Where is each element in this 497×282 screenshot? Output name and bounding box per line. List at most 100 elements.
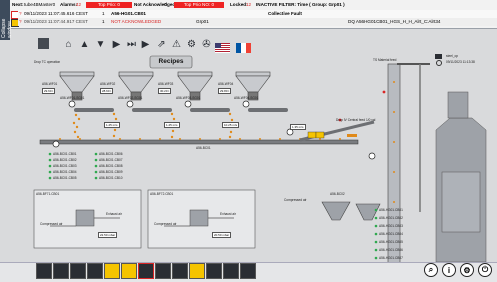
flag-us-icon[interactable] [215,40,230,53]
list-item: A56-BC01.CB08 [99,164,123,168]
process-diagram [33,55,487,262]
compressor-exhaust-label: Exhaust air [220,212,236,216]
screen-10-button[interactable] [189,263,205,279]
not-ack-label: Not Acknowledged: [134,2,177,7]
conveyor-tag: A56-BC01 [196,146,211,150]
screen-9-button[interactable] [172,263,188,279]
alarm-count: 1 [102,11,105,16]
alarm-status: ? [19,11,22,16]
list-item: A56-BC01.CB09 [99,170,123,174]
list-item: A56-BC01.CB05 [53,176,77,180]
prev-icon[interactable]: ▶ [110,38,123,51]
list-item: A56-HG01.CB01 [379,208,403,212]
alarms-label: Alarms: [60,2,78,7]
hopper-weight: 29.80 t [218,88,232,94]
screen-3-button[interactable] [70,263,86,279]
alarm-row[interactable]: ? 09/11/2023 11:07:44.917 CEST 1 NOT ACK… [18,18,497,26]
screen-8-button[interactable] [155,263,171,279]
list-item: A56-HG01.CB04 [379,232,403,236]
alarm-tag: A56-HG01.CB01 [111,11,146,16]
clock-display: 09/11/2023 11:13:38 [446,60,475,64]
hopper-tag: A56-WF03 [158,82,174,86]
compressor-value: 20.50 mbar [212,232,232,238]
home-icon[interactable]: ⌂ [62,38,75,51]
fan-icon[interactable]: ✇ [200,38,213,51]
hopper-weight: 30.20 t [158,88,172,94]
list-item: A56-HG01.CB03 [379,224,403,228]
alarm-area: DQ A56HG01CB01_HGS_H_H_Alrt_C:Alrt34 [348,19,441,24]
screen-7-button[interactable] [138,263,154,279]
alarm-time: 09/11/2023 11:07:45.616 CEST [24,11,88,16]
drop-label: Drop IV Central feed 1/0 val [336,118,376,122]
feeder-tag: A56-WF01-SG01 [60,96,85,100]
gear-icon[interactable]: ⚙ [185,38,198,51]
list-item: A56-HG01.CB05 [379,240,403,244]
locked-value: 12 [246,2,252,7]
compressor-value: 22.50 mbar [98,232,118,238]
top-prio-b-badge[interactable]: Top Prio NO: 0 [174,2,224,8]
next-value: tube4BMaster0 [24,2,56,7]
list-item: A56-BC01.CB07 [99,158,123,162]
screen-11-button[interactable] [206,263,222,279]
search-icon[interactable]: ⌕ [424,263,438,277]
hopper-weight: 29.60 t [42,88,56,94]
screen-2-button[interactable] [53,263,69,279]
feeder-tag: A56-WF03-SG01 [176,96,201,100]
menu-icon[interactable] [38,38,49,49]
material-feed-title: TS Material feed [373,58,397,62]
warning-icon[interactable]: ⚠ [170,38,183,51]
filter-status: INACTIVE FILTER: Time ( Group: Grp01 ) [256,2,345,7]
clock-icon [436,60,442,66]
alarm-row[interactable]: ? 09/11/2023 11:07:45.616 CEST 1 A56-HG0… [18,10,497,18]
next-page-icon[interactable]: ⏭ [125,38,138,51]
list-item: A56-BC01.CB04 [53,170,77,174]
alarm-summary-bar: Next: tube4BMaster0 Alarms: 42 Top Prio:… [12,1,497,9]
belt-speed: 10.25 m/s [222,122,240,128]
collapse-window-tab[interactable]: Collapse window [0,0,13,40]
screen-12-button[interactable] [223,263,239,279]
info-icon[interactable]: i [442,263,456,277]
screen-1-button[interactable] [36,263,52,279]
compressor-exhaust-label: Exhaust air [106,212,122,216]
alarm-desc: Collective Fault [268,11,302,16]
user-label: steel_op [446,54,459,58]
list-item: A56-HG01.CB02 [379,216,403,220]
alarm-time: 09/11/2023 11:07:44.917 CEST [24,19,88,24]
hopper-tag: A56-WF01 [42,82,58,86]
not-ack-value: 0 [164,2,167,7]
feeder-tag: A56-WF04-SG01 [234,96,259,100]
hopper-tag: A56-WF02 [100,82,116,86]
list-item: A56-HG01.CB06 [379,248,403,252]
top-prio-a-badge[interactable]: Top Prio: 0 [86,2,132,8]
compressor-tag: A56-BF71.CB01 [36,192,60,196]
right-compressor-tag: A56-BC02 [330,192,345,196]
screen-13-button[interactable] [240,263,256,279]
list-item: A56-HG01.CB07 [379,256,403,260]
list-item: A56-BC01.CB10 [99,176,123,180]
arrow-down-icon[interactable]: ▼ [94,38,107,51]
compressor-air-label: Compressed air [40,222,63,226]
power-icon[interactable]: ⏻ [478,263,492,277]
belt-speed: 1.25 m/s [104,122,120,128]
list-item: A56-BC01.CB01 [53,152,77,156]
step-right-icon[interactable]: ▶ [139,38,152,51]
compressor-air-label: Compressed air [154,222,177,226]
compressor-tag: A56-BF72.CB01 [150,192,174,196]
settings-icon[interactable]: ⚙ [460,263,474,277]
alarm-count: 1 [102,19,105,24]
screen-5-button[interactable] [104,263,120,279]
belt-speed: 1.25 m/s [164,122,180,128]
right-compressor-label: Compressed air [284,198,307,202]
belt-speed: 1.35 m/s [290,124,306,130]
screen-4-button[interactable] [87,263,103,279]
hopper-weight: 28.60 t [100,88,114,94]
arrow-up-icon[interactable]: ▲ [78,38,91,51]
trend-icon[interactable]: ⇗ [155,38,168,51]
recipes-button[interactable]: Recipes [150,56,192,68]
next-label: Next: [12,2,24,7]
feeder-tag: A56-WF02-SG01 [118,96,143,100]
flag-fr-icon[interactable] [236,40,251,53]
screen-6-button[interactable] [121,263,137,279]
list-item: A56-BC01.CB02 [53,158,77,162]
alarm-status: ? [19,19,22,24]
